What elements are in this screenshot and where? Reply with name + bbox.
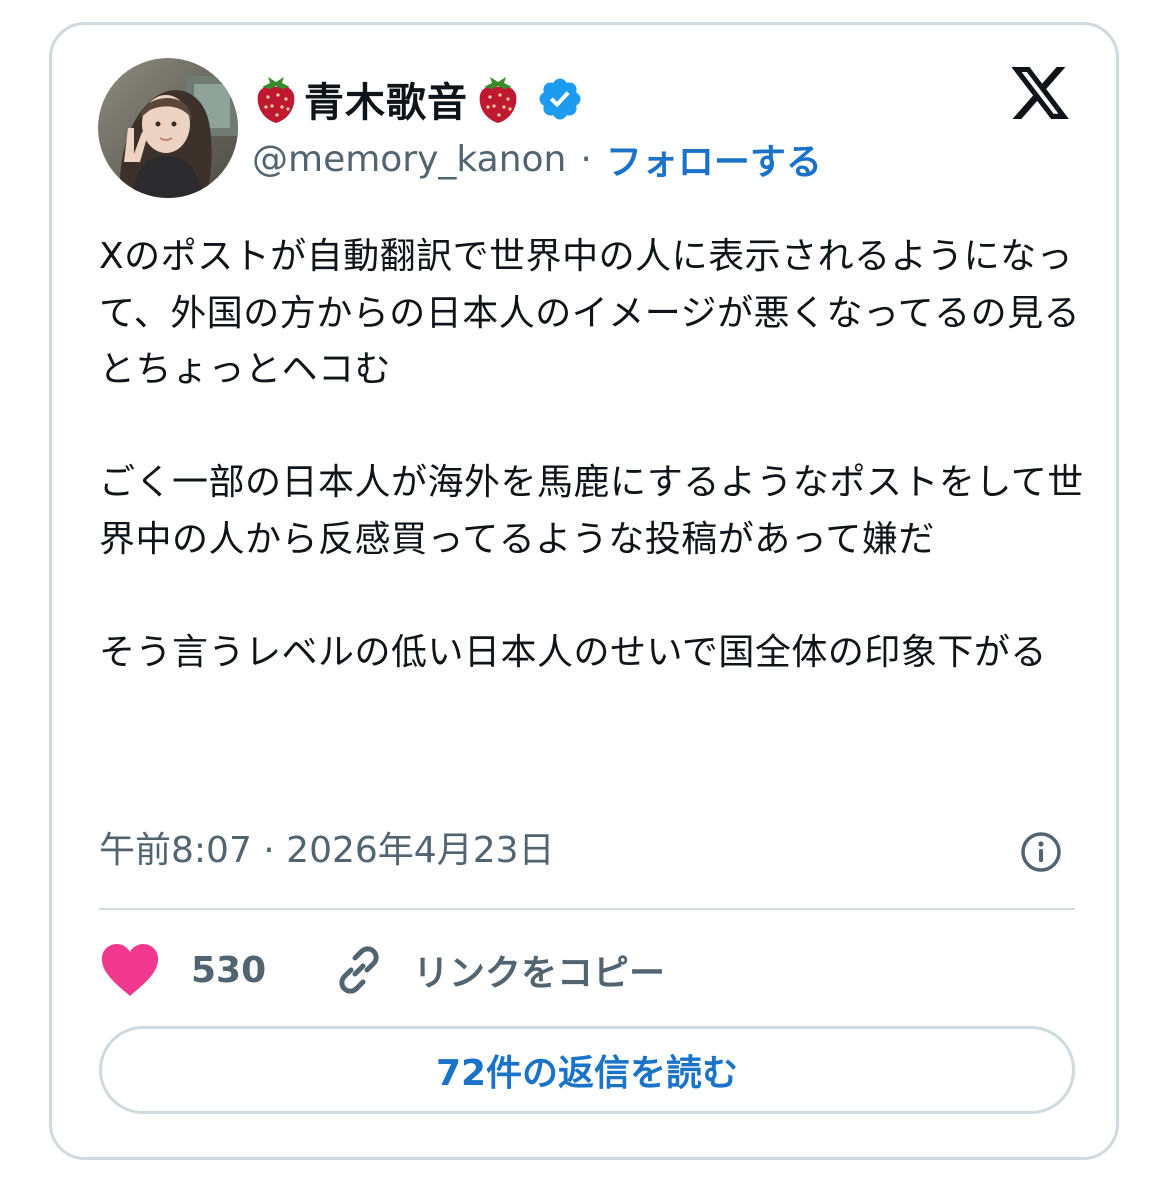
author-display-name[interactable]: 青木歌音 <box>304 70 468 128</box>
separator-dot: · <box>580 138 592 180</box>
x-logo-icon[interactable] <box>1008 61 1072 125</box>
strawberry-icon <box>252 73 300 125</box>
heart-icon <box>99 942 161 998</box>
post-text: Xのポストが自動翻訳で世界中の人に表示されるようになって、外国の方からの日本人の… <box>99 236 1084 674</box>
strawberry-icon <box>474 73 522 125</box>
copy-link-button[interactable]: リンクをコピー <box>331 942 665 998</box>
like-count: 530 <box>191 949 267 991</box>
copy-link-label: リンクをコピー <box>413 953 666 994</box>
avatar[interactable] <box>98 58 238 198</box>
read-replies-button[interactable]: 72件の返信を読む <box>99 1026 1075 1114</box>
info-icon[interactable] <box>1020 831 1062 873</box>
verified-badge-icon <box>536 75 584 123</box>
post-timestamp[interactable]: 午前8:07 · 2026年4月23日 <box>99 823 555 879</box>
like-button[interactable]: 530 <box>99 942 283 998</box>
action-bar: 530 リンクをコピー <box>99 937 665 1003</box>
follow-button[interactable]: フォローする <box>606 133 822 185</box>
author-name-row[interactable]: 青木歌音 <box>252 71 584 127</box>
embedded-post-card: 青木歌音 @memory_kanon · フォローする Xのポストが自動翻訳で世… <box>49 22 1119 1160</box>
link-icon <box>331 942 387 998</box>
divider <box>99 908 1075 910</box>
author-handle-row: @memory_kanon · フォローする <box>252 133 822 185</box>
author-handle[interactable]: @memory_kanon <box>252 139 566 180</box>
